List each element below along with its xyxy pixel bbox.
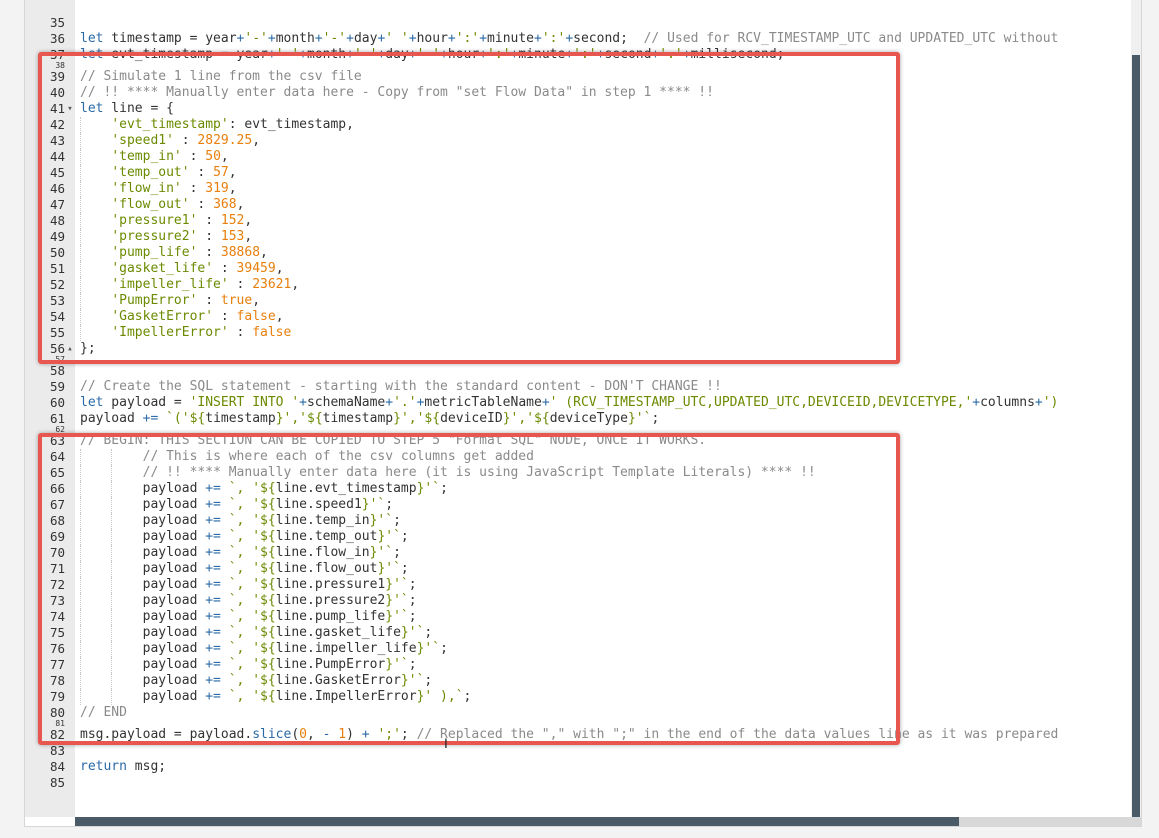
code-text[interactable]: return msg;: [80, 759, 166, 775]
code-line[interactable]: 36 let timestamp = year+'-'+month+'-'+day…: [25, 31, 1131, 47]
vertical-scrollbar-thumb[interactable]: [1132, 55, 1140, 817]
code-token: }','${: [393, 411, 441, 426]
code-token: hour: [416, 31, 448, 46]
code-text[interactable]: let timestamp = year+'-'+month+'-'+day+'…: [80, 31, 1058, 47]
code-line[interactable]: 84 return msg;: [25, 759, 1131, 775]
code-token: day: [353, 31, 378, 46]
code-token: ' ': [385, 31, 409, 46]
code-token: second;: [573, 31, 644, 46]
code-token: payload: [80, 411, 143, 426]
highlight-box-line-object: [38, 52, 900, 364]
code-token: +: [408, 31, 417, 46]
code-token: }','${: [275, 411, 323, 426]
code-token: +: [565, 31, 574, 46]
code-token: +=: [142, 411, 159, 426]
line-number: 85: [49, 775, 65, 790]
code-token: +: [534, 31, 542, 46]
code-token: +: [541, 395, 550, 410]
code-line[interactable]: 61 payload += `('${timestamp}','${timesta…: [25, 411, 1131, 427]
code-token: let: [80, 395, 104, 410]
line-number: 35: [49, 15, 65, 30]
code-token: ':': [455, 31, 480, 46]
code-token: '-': [244, 31, 268, 46]
code-token: payload =: [103, 395, 190, 410]
code-token: +: [299, 395, 307, 410]
code-token: ;: [651, 411, 660, 426]
text-cursor-icon: Ⅰ: [444, 737, 448, 752]
code-token: +: [972, 395, 981, 410]
code-token: metricTableName: [424, 395, 542, 410]
code-token: '): [1042, 395, 1059, 410]
code-token: return: [80, 759, 127, 774]
code-token: schemaName: [306, 395, 386, 410]
code-line[interactable]: 59 // Create the SQL statement - starting…: [25, 379, 1131, 395]
code-token: ' (RCV_TIMESTAMP_UTC,UPDATED_UTC,DEVICEI…: [549, 395, 973, 410]
code-token: +: [346, 31, 354, 46]
line-number: 60: [49, 395, 65, 410]
code-line[interactable]: 35: [25, 15, 1131, 31]
highlight-box-payload-section: [38, 433, 900, 745]
code-token: ':': [541, 31, 566, 46]
vertical-scrollbar[interactable]: [1131, 0, 1141, 817]
code-line[interactable]: 60 let payload = 'INSERT INTO '+schemaNam…: [25, 395, 1131, 411]
code-token: +: [447, 31, 456, 46]
line-number: 84: [49, 759, 65, 774]
code-token: '.': [393, 395, 417, 410]
code-token: timestamp: [205, 411, 276, 426]
code-token: minute: [487, 31, 535, 46]
code-token: // Create the SQL statement - starting w…: [80, 379, 722, 394]
code-token: +: [267, 31, 276, 46]
code-token: columns: [980, 395, 1035, 410]
horizontal-scrollbar-thumb[interactable]: [75, 817, 959, 826]
code-token: `('${: [166, 411, 206, 426]
code-line[interactable]: 83: [25, 743, 1131, 759]
code-line[interactable]: 85: [25, 775, 1131, 791]
code-text[interactable]: let payload = 'INSERT INTO '+schemaName+…: [80, 395, 1058, 411]
code-token: }','${: [502, 411, 550, 426]
code-token: let: [80, 31, 104, 46]
code-token: timestamp: [322, 411, 394, 426]
code-line[interactable]: 58: [25, 363, 1131, 379]
code-token: timestamp = year: [103, 31, 237, 46]
line-number: 36: [49, 31, 65, 46]
horizontal-scrollbar[interactable]: [75, 817, 1141, 826]
line-number: 58: [49, 363, 65, 378]
code-token: msg;: [126, 759, 167, 774]
code-token: +: [314, 31, 323, 46]
code-token: '-': [322, 31, 347, 46]
code-text[interactable]: payload += `('${timestamp}','${timestamp…: [80, 411, 659, 427]
code-token: +: [1034, 395, 1043, 410]
code-token: deviceID: [440, 411, 503, 426]
code-token: +: [479, 31, 488, 46]
code-token: 'INSERT INTO ': [189, 395, 300, 410]
code-token: month: [275, 31, 315, 46]
code-token: deviceType: [549, 411, 628, 426]
line-number: 59: [49, 379, 65, 394]
code-token: }'`: [627, 411, 652, 426]
code-text[interactable]: // Create the SQL statement - starting w…: [80, 379, 722, 395]
line-number: 83: [49, 743, 65, 758]
code-token: +: [385, 395, 394, 410]
code-token: // Used for RCV_TIMESTAMP_UTC and UPDATE…: [643, 31, 1059, 46]
